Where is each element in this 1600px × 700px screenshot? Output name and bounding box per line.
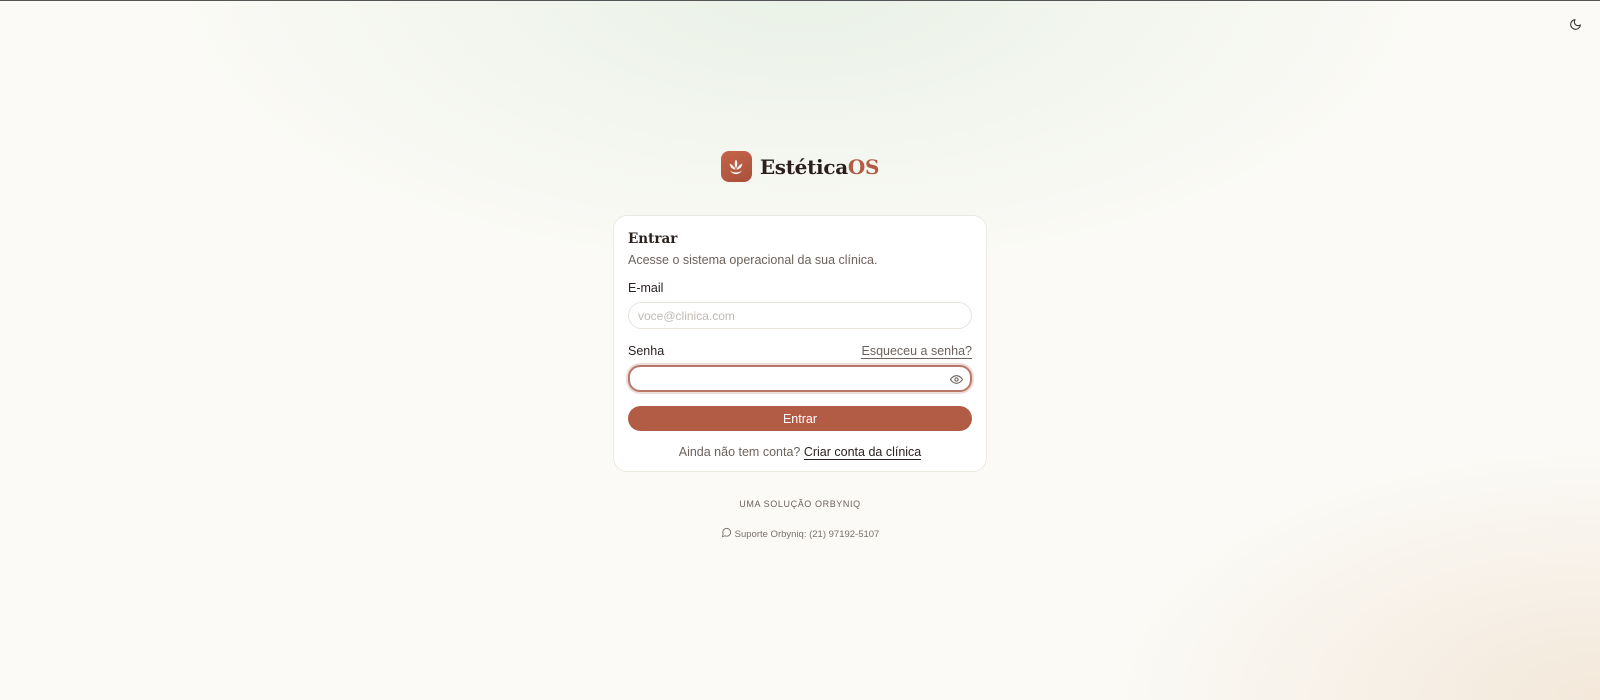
card-title: Entrar (628, 231, 678, 247)
moon-icon (1569, 18, 1582, 36)
lotus-icon (720, 151, 752, 182)
password-label: Senha (628, 344, 665, 358)
password-field[interactable] (630, 367, 970, 390)
footer-tagline: UMA SOLUÇÃO ORBYNIQ (739, 499, 861, 509)
password-field-wrapper (628, 365, 972, 392)
support-text: Suporte Orbyniq: (21) 97192-5107 (734, 528, 880, 540)
signup-row: Ainda não tem conta? Criar conta da clín… (628, 445, 972, 460)
eye-icon[interactable] (948, 371, 964, 387)
card-subtitle: Acesse o sistema operacional da sua clín… (628, 253, 878, 267)
forgot-password-link[interactable]: Esqueceu a senha? (861, 344, 972, 359)
theme-toggle-button[interactable] (1564, 16, 1586, 38)
window-top-border (0, 0, 1600, 1)
signup-prompt: Ainda não tem conta? (678, 445, 801, 459)
email-field[interactable] (628, 302, 972, 329)
create-account-link[interactable]: Criar conta da clínica (803, 445, 922, 460)
support-contact[interactable]: Suporte Orbyniq: (21) 97192-5107 (0, 527, 1600, 541)
brand-header: EstéticaOS (0, 151, 1600, 182)
submit-button[interactable]: Entrar (628, 406, 972, 431)
brand-name-main: Estética (759, 154, 848, 179)
brand-name: EstéticaOS (759, 154, 880, 179)
password-label-row: Senha Esqueceu a senha? (628, 343, 972, 359)
chat-bubble-icon (721, 527, 732, 541)
brand-name-accent: OS (847, 154, 880, 179)
email-label: E-mail (628, 281, 664, 295)
login-card: Entrar Acesse o sistema operacional da s… (613, 215, 987, 472)
